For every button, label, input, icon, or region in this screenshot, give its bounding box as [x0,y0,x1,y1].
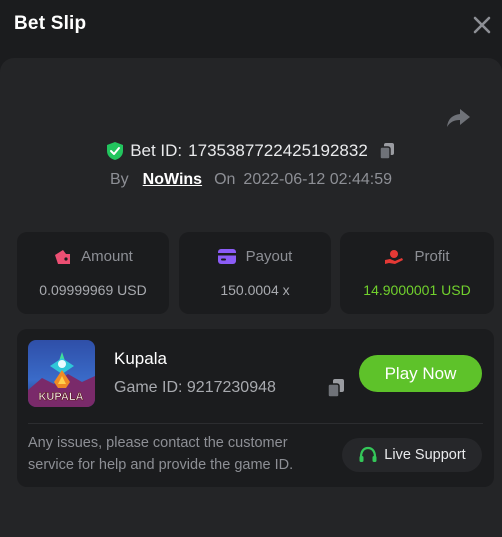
bet-meta-row: By NoWins On 2022-06-12 02:44:59 [0,168,502,192]
user-link[interactable]: NoWins [143,171,202,189]
share-icon [447,109,470,127]
payout-value: 150.0004 x [220,282,290,298]
game-id: Game ID: 9217230948 [114,379,276,396]
card-icon [217,249,236,264]
live-support-label: Live Support [384,447,466,463]
bet-id-row: Bet ID: 1735387722425192832 [0,138,502,164]
copy-icon [327,379,344,398]
game-name: Kupala [114,349,167,368]
shield-check-icon [107,142,124,160]
headset-icon [359,446,377,462]
stats-row: Amount 0.09999969 USD Payout 150.0004 x … [17,232,494,314]
wallet-icon [55,249,71,264]
copy-bet-id-button[interactable] [378,142,396,160]
profit-hand-icon [385,249,404,264]
amount-label: Amount [81,248,133,265]
profit-value: 14.9000001 USD [363,282,471,298]
page-title: Bet Slip [14,13,87,34]
profit-label: Profit [414,248,450,265]
close-icon [473,16,491,34]
share-button[interactable] [444,104,472,132]
bet-datetime: 2022-06-12 02:44:59 [243,171,392,188]
copy-icon [379,143,394,160]
by-label: By [110,171,129,188]
header: Bet Slip [0,0,502,58]
on-label: On [214,171,236,188]
payout-label: Payout [245,248,293,265]
bet-id-value: 1735387722425192832 [188,141,368,160]
bet-id-label: Bet ID: [130,141,183,160]
issues-text: Any issues, please contact the customer … [28,435,294,473]
amount-value: 0.09999969 USD [39,282,147,298]
amount-stat: Amount 0.09999969 USD [17,232,169,314]
copy-game-id-button[interactable] [326,378,346,398]
close-button[interactable] [470,13,494,37]
game-thumb-logo: KUPALA [38,391,83,403]
profit-stat: Profit 14.9000001 USD [340,232,494,314]
payout-stat: Payout 150.0004 x [179,232,331,314]
game-card: KUPALA Kupala Game ID: 9217230948 Play N… [17,329,494,487]
play-now-button[interactable]: Play Now [359,355,482,392]
divider [28,423,483,424]
game-art: KUPALA [28,340,95,407]
live-support-button[interactable]: Live Support [342,438,482,472]
game-thumbnail[interactable]: KUPALA [28,340,95,407]
